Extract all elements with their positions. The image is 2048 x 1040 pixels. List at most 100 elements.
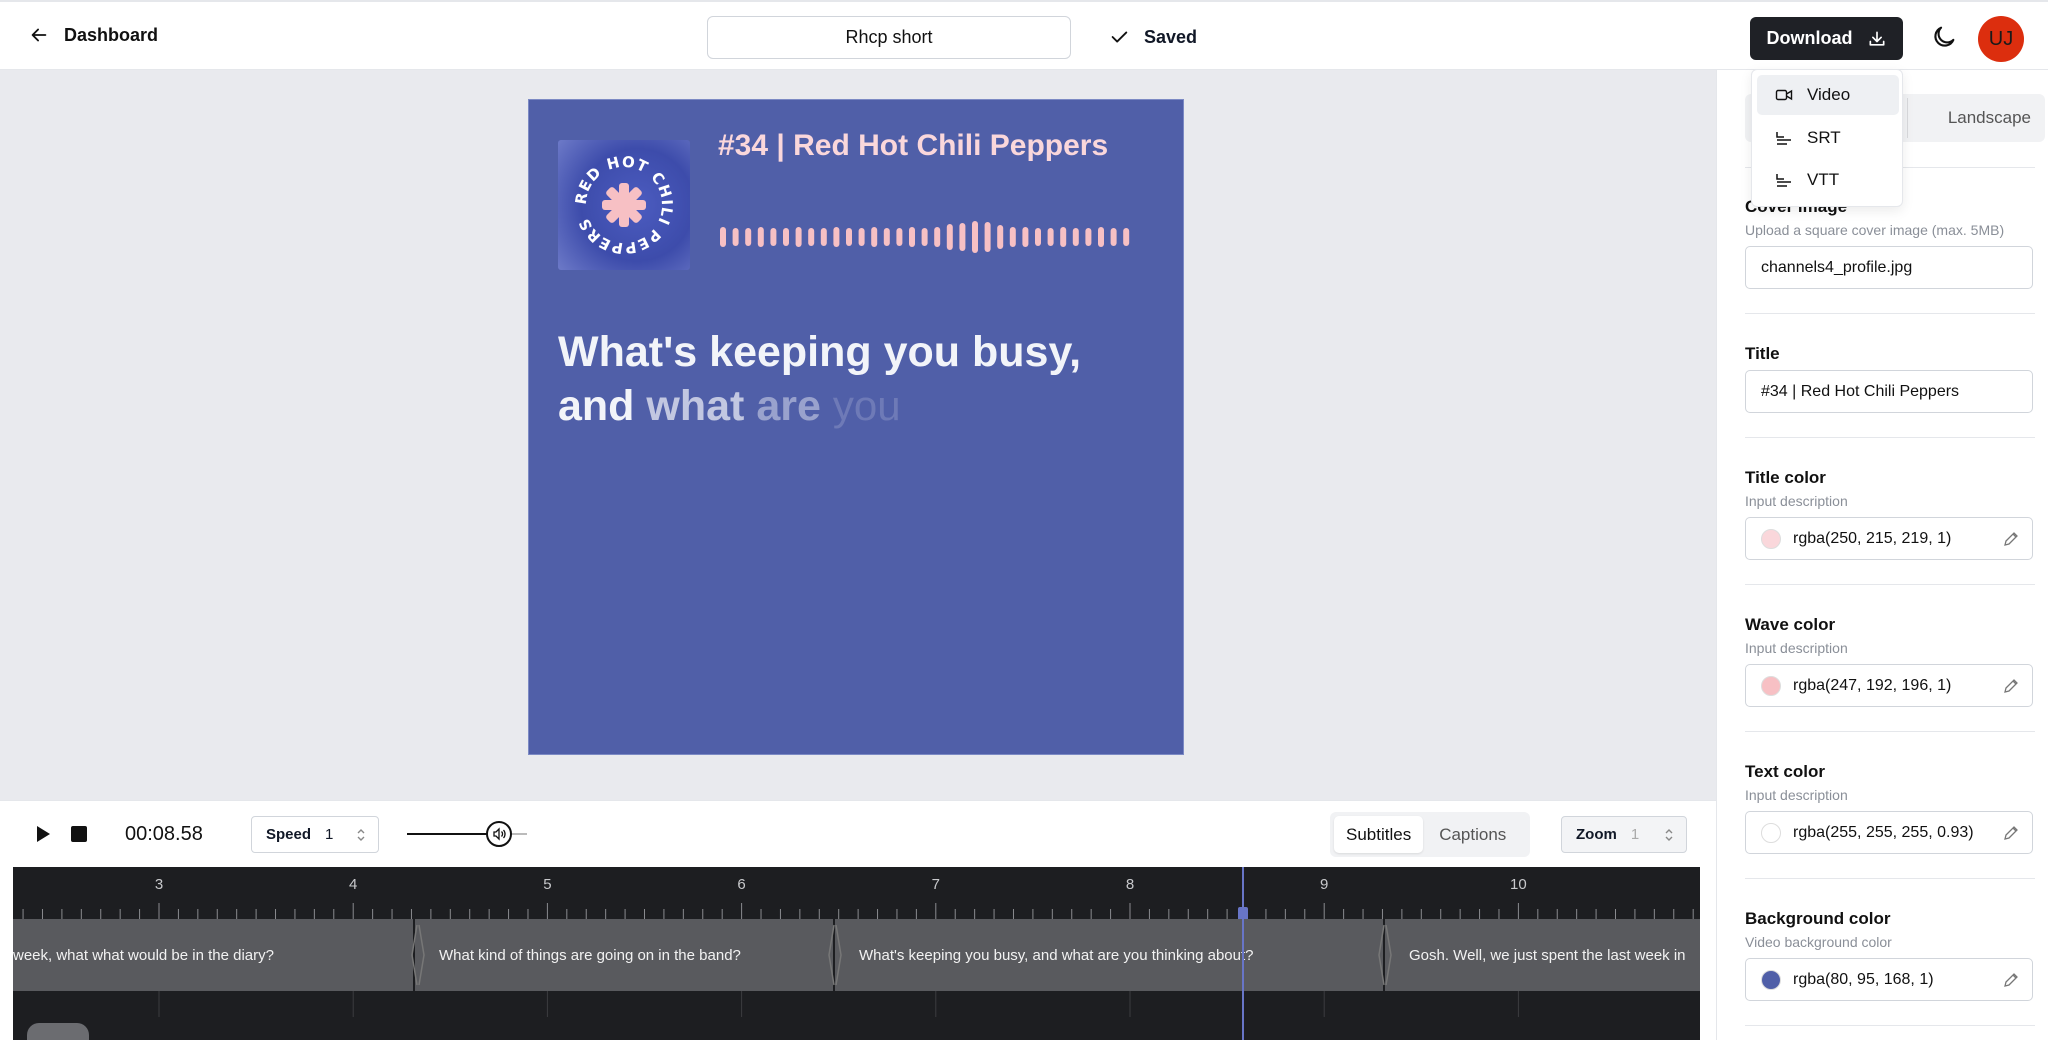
chevron-updown-icon [357, 829, 365, 841]
waveform-bar [934, 227, 941, 247]
timeline-grid [158, 991, 1519, 1017]
title-color-label: Title color [1745, 468, 1826, 487]
speed-label: Speed [266, 826, 312, 843]
pencil-icon[interactable] [2002, 971, 2020, 989]
chevron-updown-icon [1665, 829, 1673, 841]
audio-waveform [720, 221, 1130, 253]
back-to-dashboard-link[interactable]: Dashboard [28, 24, 158, 46]
stop-button[interactable] [71, 826, 87, 842]
waveform-bar [921, 228, 928, 246]
video-icon [1775, 89, 1793, 101]
waveform-bar [833, 227, 840, 247]
clip-resize-handle[interactable] [825, 919, 843, 991]
speed-value: 1 [325, 826, 334, 843]
ruler-label: 6 [737, 876, 745, 893]
subtitle-clip[interactable]: What kind of things are going on in the … [415, 919, 833, 991]
background-color-value: rgba(80, 95, 168, 1) [1793, 970, 1934, 988]
arrow-left-icon [31, 28, 47, 42]
wave-color-input[interactable]: rgba(247, 192, 196, 1) [1745, 664, 2033, 707]
subtitle-word: and [558, 382, 635, 430]
settings-panel: Landscape Cover image Upload a square co… [1716, 70, 2048, 1040]
clip-resize-handle[interactable] [1375, 919, 1393, 991]
pencil-icon[interactable] [2002, 824, 2020, 842]
cover-image-input[interactable]: channels4_profile.jpg [1745, 246, 2033, 289]
subtitle-timeline[interactable]: 3 4 5 6 7 8 9 10 week, what what would be in th… [13, 867, 1700, 1040]
save-status-label: Saved [1144, 26, 1198, 47]
menu-item-label: Video [1807, 85, 1851, 104]
subtitle-clip[interactable]: What's keeping you busy, and what are yo… [835, 919, 1383, 991]
waveform-bar [1035, 228, 1041, 246]
waveform-bar [1110, 228, 1117, 246]
background-color-input[interactable]: rgba(80, 95, 168, 1) [1745, 958, 2033, 1001]
zoom-select[interactable]: Zoom 1 [1561, 816, 1687, 853]
timeline-marker[interactable] [27, 1023, 89, 1040]
download-menu: Video SRT VTT [1751, 69, 1903, 207]
waveform-bar [896, 228, 903, 246]
waveform-bar [720, 227, 726, 247]
subtitle-mode-toggle: Subtitles Captions [1330, 812, 1530, 857]
menu-item-vtt[interactable]: VTT [1757, 160, 1899, 200]
waveform-bar [1085, 228, 1092, 246]
zoom-label: Zoom [1576, 826, 1617, 843]
ruler-label: 4 [349, 876, 357, 893]
menu-item-label: SRT [1807, 128, 1841, 147]
save-status: Saved [1108, 26, 1197, 48]
clip-resize-handle[interactable] [408, 919, 426, 991]
text-color-description: Input description [1745, 787, 1848, 803]
ruler-label: 9 [1320, 876, 1328, 893]
waveform-bar [1098, 227, 1104, 247]
play-icon[interactable] [33, 824, 53, 844]
subtitle-file-icon [1776, 174, 1791, 187]
title-color-value: rgba(250, 215, 219, 1) [1793, 529, 1952, 547]
color-swatch[interactable] [1761, 822, 1781, 843]
band-logo-icon: RED HOT CHILI PEPPERS [572, 153, 675, 258]
color-swatch[interactable] [1761, 528, 1781, 549]
tab-captions[interactable]: Captions [1427, 816, 1518, 853]
waveform-bar [1009, 227, 1016, 247]
subtitle-word: what [646, 382, 745, 430]
menu-item-video[interactable]: Video [1757, 75, 1899, 115]
color-swatch[interactable] [1761, 969, 1781, 990]
cover-image-value: channels4_profile.jpg [1761, 258, 1913, 276]
tab-subtitles[interactable]: Subtitles [1334, 816, 1424, 853]
text-color-input[interactable]: rgba(255, 255, 255, 0.93) [1745, 811, 2033, 854]
subtitle-word: are [756, 382, 821, 430]
title-input[interactable]: #34 | Red Hot Chili Peppers [1745, 370, 2033, 413]
back-label: Dashboard [64, 24, 159, 45]
wave-color-label: Wave color [1745, 615, 1836, 634]
waveform-bar [984, 222, 991, 252]
preview-stage: RED HOT CHILI PEPPERS #34 | Red Hot Chil… [0, 70, 1716, 800]
waveform-bar [820, 228, 827, 246]
tab-landscape[interactable]: Landscape [1948, 108, 2031, 128]
avatar[interactable]: UJ [1978, 16, 2024, 62]
download-label: Download [1766, 28, 1853, 48]
waveform-bar [770, 228, 777, 246]
title-color-input[interactable]: rgba(250, 215, 219, 1) [1745, 517, 2033, 560]
volume-slider-handle[interactable] [486, 821, 512, 847]
speaker-icon [493, 827, 506, 841]
subtitle-clip[interactable]: week, what what would be in the diary? [13, 919, 413, 991]
check-icon [1111, 31, 1128, 43]
title-color-description: Input description [1745, 493, 1848, 509]
cover-image: RED HOT CHILI PEPPERS [558, 140, 690, 270]
playhead[interactable] [1242, 867, 1244, 1040]
pencil-icon[interactable] [2002, 677, 2020, 695]
download-button[interactable]: Download [1750, 17, 1903, 60]
time-ruler: 3 4 5 6 7 8 9 10 [13, 867, 1700, 919]
speed-select[interactable]: Speed 1 [251, 816, 379, 853]
title-label: Title [1745, 344, 1780, 363]
waveform-bar [997, 225, 1004, 249]
waveform-bar [757, 227, 764, 247]
subtitle-clip[interactable]: Gosh. Well, we just spent the last week … [1385, 919, 1700, 991]
waveform-bar [959, 223, 966, 251]
project-name-input[interactable]: Rhcp short [707, 16, 1071, 59]
menu-item-srt[interactable]: SRT [1757, 118, 1899, 158]
ruler-label: 8 [1126, 876, 1134, 893]
color-swatch[interactable] [1761, 675, 1781, 696]
download-icon [1869, 31, 1884, 46]
moon-icon[interactable] [1930, 23, 1958, 51]
background-color-description: Video background color [1745, 934, 1892, 950]
zoom-value: 1 [1630, 826, 1640, 843]
pencil-icon[interactable] [2002, 530, 2020, 548]
ruler-label: 10 [1510, 876, 1527, 893]
